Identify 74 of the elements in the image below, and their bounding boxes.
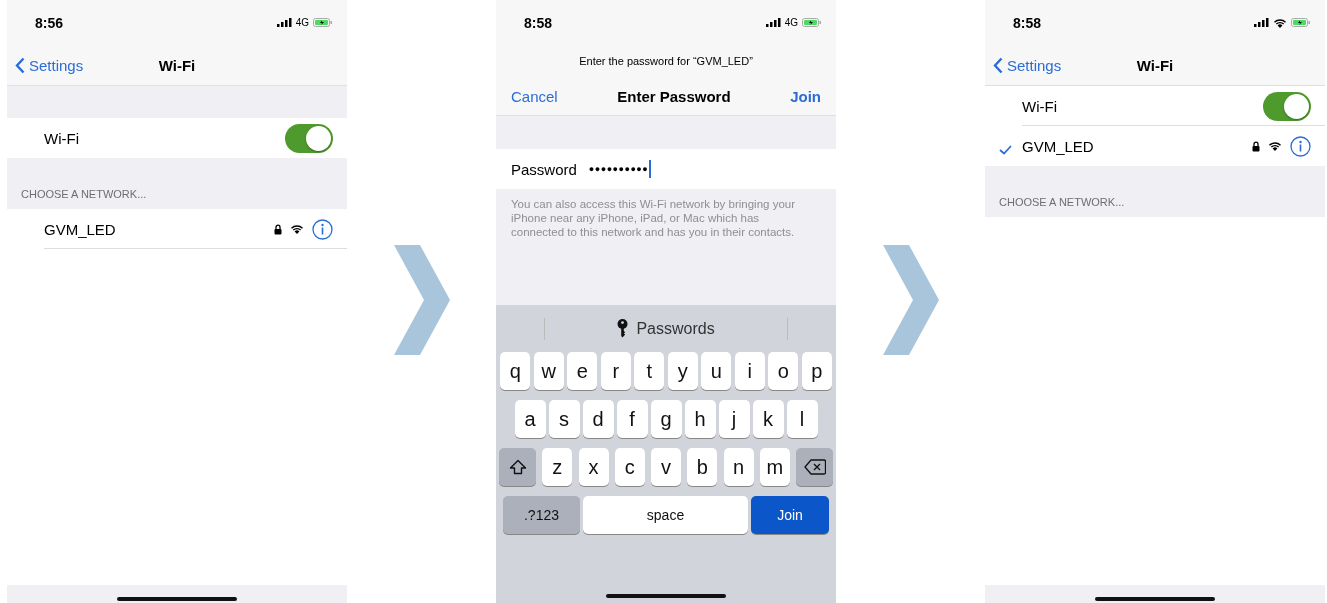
battery-icon: [1291, 18, 1311, 27]
letter-key[interactable]: d: [582, 400, 614, 438]
battery-icon: [313, 18, 333, 27]
back-chevron-icon: [15, 56, 25, 74]
network-type: 4G: [295, 17, 309, 28]
shift-icon: [508, 459, 527, 475]
letter-key[interactable]: u: [701, 352, 732, 390]
password-note: You can also access this Wi-Fi network by bringing your iPhone near any iPhone, iPad, or Mac which has connected to this network and has you in their contacts.: [511, 198, 795, 238]
back-chevron-icon: [993, 56, 1003, 74]
back-button[interactable]: Settings: [985, 56, 1062, 74]
numbers-key[interactable]: .?123: [503, 496, 580, 534]
screen-title: Enter Password: [617, 87, 731, 105]
letter-key[interactable]: j: [718, 400, 750, 438]
chevron-icon: [882, 245, 939, 355]
wifi-label: Wi-Fi: [1022, 97, 1058, 115]
letter-key[interactable]: w: [533, 352, 564, 390]
letter-key[interactable]: m: [759, 448, 790, 486]
back-button[interactable]: Settings: [7, 56, 84, 74]
signal-icon: [765, 18, 781, 27]
key-icon: [617, 319, 629, 338]
section-header: CHOOSE A NETWORK...: [21, 188, 147, 200]
cancel-button[interactable]: Cancel: [511, 87, 558, 105]
letter-key[interactable]: a: [514, 400, 546, 438]
letter-key[interactable]: b: [687, 448, 718, 486]
letter-key[interactable]: x: [578, 448, 609, 486]
password-label: Password: [511, 160, 577, 178]
wifi-icon: [1273, 17, 1287, 28]
shift-key[interactable]: [499, 448, 536, 486]
screen-title: Wi-Fi: [1136, 56, 1174, 74]
letter-key[interactable]: v: [651, 448, 681, 486]
letter-key[interactable]: z: [542, 448, 573, 486]
wifi-toggle[interactable]: [285, 123, 333, 153]
letter-key[interactable]: y: [667, 352, 698, 390]
section-header: CHOOSE A NETWORK...: [999, 196, 1125, 208]
space-key[interactable]: space: [583, 496, 748, 534]
letter-key[interactable]: l: [786, 400, 818, 438]
back-label[interactable]: Settings: [29, 56, 84, 74]
info-icon[interactable]: [1290, 135, 1311, 157]
letter-key[interactable]: o: [768, 352, 799, 390]
letter-key[interactable]: h: [684, 400, 716, 438]
signal-icon: [276, 18, 292, 27]
letter-key[interactable]: r: [600, 352, 631, 390]
letter-key[interactable]: e: [567, 352, 598, 390]
letter-key[interactable]: c: [614, 448, 645, 486]
letter-key[interactable]: t: [634, 352, 665, 390]
letter-key[interactable]: f: [616, 400, 648, 438]
battery-icon: [802, 18, 822, 27]
letter-key[interactable]: k: [752, 400, 784, 438]
passwords-suggestion[interactable]: Passwords: [617, 319, 715, 338]
wifi-label: Wi-Fi: [44, 129, 80, 147]
backspace-icon: [803, 459, 826, 475]
network-type: 4G: [784, 17, 798, 28]
join-button[interactable]: Join: [790, 87, 821, 105]
join-key[interactable]: Join: [751, 496, 829, 534]
wifi-toggle[interactable]: [1263, 91, 1311, 121]
wifi-icon: [290, 224, 304, 234]
status-time: 8:58: [524, 14, 553, 31]
back-label[interactable]: Settings: [1007, 56, 1062, 74]
password-prompt: Enter the password for “GVM_LED”: [579, 55, 753, 67]
letter-key[interactable]: i: [734, 352, 765, 390]
password-field[interactable]: ●●●●●●●●●●: [588, 160, 656, 178]
letter-key[interactable]: n: [723, 448, 754, 486]
info-icon[interactable]: [312, 218, 333, 240]
letter-key[interactable]: g: [650, 400, 682, 438]
delete-key[interactable]: [796, 448, 833, 486]
screen-title: Wi-Fi: [158, 56, 196, 74]
letter-key[interactable]: p: [801, 352, 832, 390]
signal-icon: [1254, 18, 1269, 27]
letter-key[interactable]: s: [548, 400, 580, 438]
status-time: 8:56: [35, 14, 64, 31]
wifi-icon: [1268, 141, 1282, 151]
chevron-icon: [393, 245, 450, 355]
letter-key[interactable]: q: [500, 352, 531, 390]
status-time: 8:58: [1013, 14, 1042, 31]
